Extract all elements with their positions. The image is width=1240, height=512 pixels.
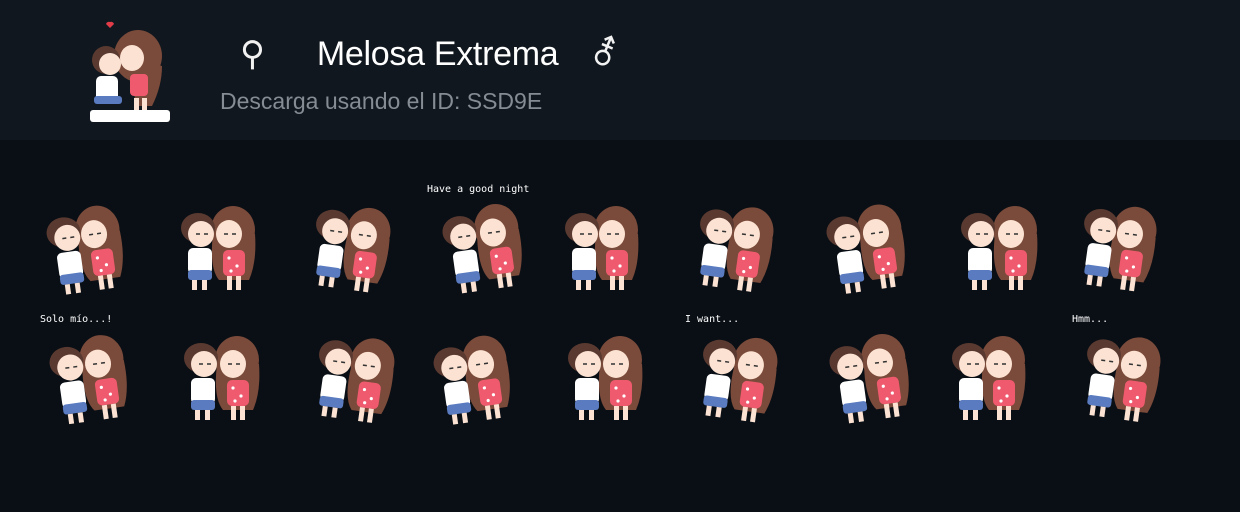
- female-symbol-icon: ⚲: [240, 34, 265, 74]
- sticker-caption: Solo mío...!: [40, 313, 112, 325]
- pack-header: ⚲ Melosa Extrema ⚦ Descarga usando el ID…: [0, 0, 1240, 140]
- pack-logo: [76, 20, 184, 124]
- sticker-15[interactable]: I want...: [677, 308, 806, 438]
- sticker-16[interactable]: [806, 308, 935, 438]
- good-night-sticker-icon: Have a good night: [427, 184, 529, 294]
- sticker-6[interactable]: [677, 178, 806, 308]
- sticker-4[interactable]: Have a good night: [419, 178, 548, 308]
- couple-kiss-sticker-icon: [961, 206, 1038, 290]
- sticker-grid: Have a good night Solo mío...! I want... Hm…: [32, 178, 1193, 438]
- couple-kiss-logo-icon: [90, 21, 170, 122]
- boy-dizzy-sticker-icon: [319, 338, 395, 423]
- sticker-5[interactable]: [548, 178, 677, 308]
- couple-phone-sticker-icon: [316, 207, 391, 293]
- sticker-7[interactable]: [806, 178, 935, 308]
- hmm-hug-sticker-icon: Hmm...: [1072, 314, 1161, 422]
- sticker-1[interactable]: [32, 178, 161, 308]
- sticker-13[interactable]: [419, 308, 548, 438]
- girl-head-hug-sticker-icon: [184, 336, 260, 420]
- sticker-9[interactable]: [1064, 178, 1193, 308]
- sticker-caption: I want...: [685, 314, 739, 325]
- girl-angry-sticker-icon: I want...: [685, 314, 778, 423]
- pack-id-subtitle: Descarga usando el ID: SSD9E: [220, 88, 543, 114]
- couple-tablet-sticker-icon: [700, 207, 774, 292]
- pack-title: Melosa Extrema: [316, 34, 559, 73]
- girl-lift-sticker-icon: [1084, 206, 1157, 292]
- title-row: ⚲ Melosa Extrema ⚦: [240, 30, 619, 78]
- sticker-2[interactable]: [161, 178, 290, 308]
- sticker-11[interactable]: [161, 308, 290, 438]
- couple-hug-sticker-icon: [46, 205, 123, 295]
- sticker-8[interactable]: [935, 178, 1064, 308]
- boy-flower-sticker-icon: [568, 336, 643, 420]
- sticker-caption: Have a good night: [427, 184, 529, 195]
- sticker-3[interactable]: [290, 178, 419, 308]
- sticker-10[interactable]: Solo mío...!: [32, 308, 161, 438]
- male-symbol-icon: ⚦: [590, 34, 619, 74]
- sticker-18[interactable]: Hmm...: [1064, 308, 1193, 438]
- sticker-12[interactable]: [290, 308, 419, 438]
- sticker-caption: Hmm...: [1072, 314, 1108, 325]
- couple-fall-sticker-icon: [181, 206, 256, 290]
- boy-lying-sticker-icon: [565, 206, 639, 290]
- girl-tiny-boy-sticker-icon: [829, 333, 909, 424]
- solo-mio-sticker-icon: Solo mío...!: [40, 313, 127, 425]
- couple-jump-sticker-icon: [433, 335, 510, 425]
- sticker-14[interactable]: [548, 308, 677, 438]
- sticker-17[interactable]: [935, 308, 1064, 438]
- boy-kicked-sticker-icon: [952, 336, 1026, 420]
- couple-cheek-sticker-icon: [826, 204, 905, 294]
